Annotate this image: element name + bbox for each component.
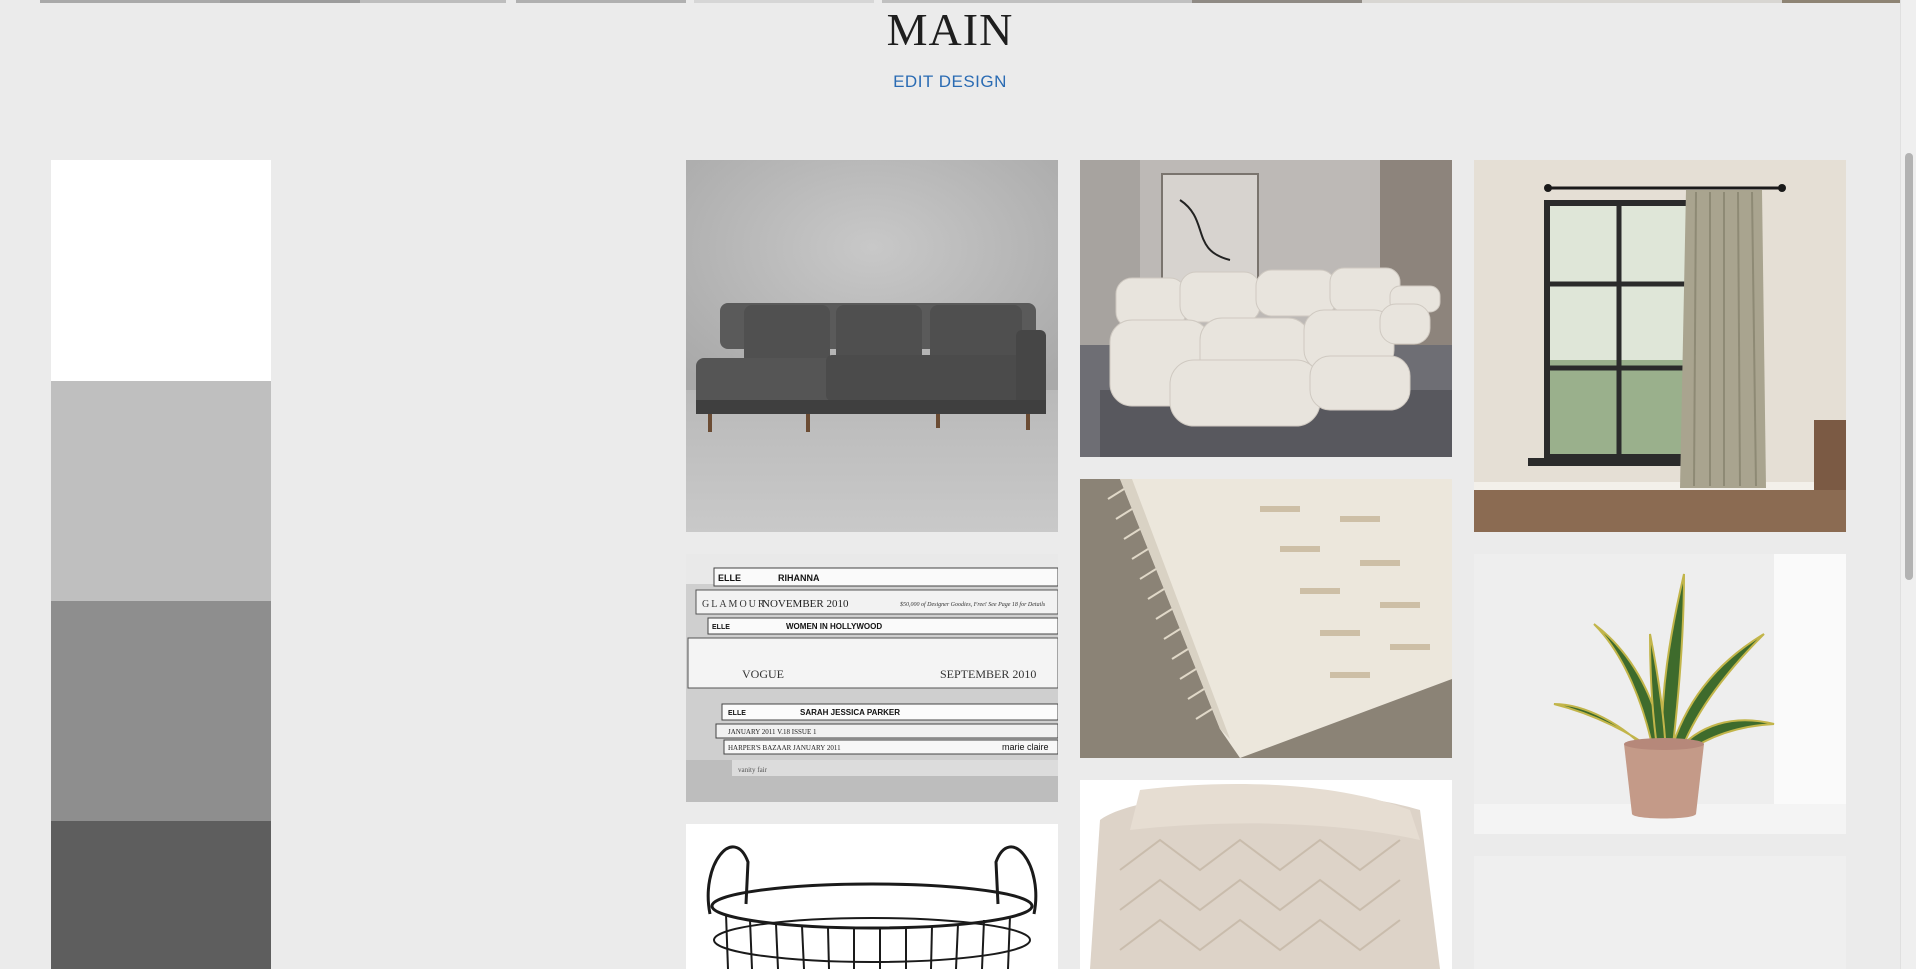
curtain-window-image[interactable] [1474,160,1846,532]
mag-line5-text: SARAH JESSICA PARKER [800,708,900,717]
curtain-window-illustration [1474,160,1846,532]
blank-tile-image[interactable] [1474,856,1846,969]
modular-sofa-illustration [1080,160,1452,457]
page-title: MAIN [886,4,1014,55]
mag-line8-text: vanity fair [738,766,768,774]
palette-swatch-dark-grey [51,821,271,969]
snake-plant-illustration [1474,554,1846,834]
knit-throw-image[interactable] [1080,780,1452,969]
modular-sofa-image[interactable] [1080,160,1452,457]
wire-basket-illustration [686,824,1058,969]
knit-throw-illustration [1080,780,1452,969]
mag-line2-brand: GLAMOUR [702,599,767,610]
mag-line2-tag: $50,000 of Designer Goodies, Free! See P… [900,601,1046,608]
edit-design-link-wrap: EDIT DESIGN [0,72,1900,92]
mag-line3-text: WOMEN IN HOLLYWOOD [786,622,882,631]
mag-line1-brand: ELLE [718,573,741,583]
palette-swatch-white [51,160,271,381]
edit-design-link[interactable]: EDIT DESIGN [893,72,1007,91]
mag-line3-brand: ELLE [712,624,730,631]
mag-line6-text: JANUARY 2011 V.18 ISSUE 1 [728,728,817,736]
mag-line7-brand: marie claire [1002,742,1049,752]
magazine-stack-image[interactable]: ELLE RIHANNA GLAMOUR NOVEMBER 2010 $50,0… [686,554,1058,802]
sofa-sectional-illustration [686,160,1058,532]
mag-line4-date: SEPTEMBER 2010 [940,667,1036,681]
woven-rug-illustration [1080,479,1452,758]
magazine-stack-illustration: ELLE RIHANNA GLAMOUR NOVEMBER 2010 $50,0… [686,554,1058,802]
snake-plant-image[interactable] [1474,554,1846,834]
scrollbar-thumb[interactable] [1905,153,1913,580]
mag-line5-brand: ELLE [728,710,746,717]
sofa-sectional-image[interactable] [686,160,1058,532]
palette-swatch-mid-grey [51,601,271,821]
top-image-strip [0,0,1900,3]
palette-swatch-light-grey [51,381,271,601]
mag-line7-text: HARPER'S BAZAAR JANUARY 2011 [728,744,841,752]
woven-rug-image[interactable] [1080,479,1452,758]
wire-basket-image[interactable] [686,824,1058,969]
mag-line1-text: RIHANNA [778,573,820,583]
mag-line4-brand: VOGUE [742,667,784,681]
mag-line2-date: NOVEMBER 2010 [762,598,849,610]
